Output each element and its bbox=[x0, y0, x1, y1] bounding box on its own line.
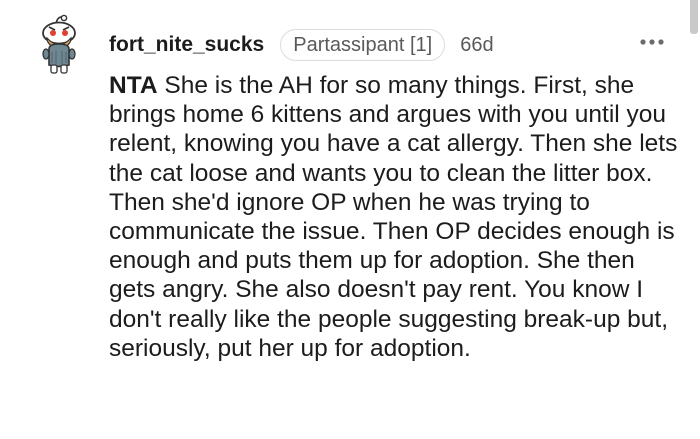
user-flair: Partassipant [1] bbox=[280, 29, 446, 61]
comment: fort_nite_sucks Partassipant [1] 66d NTA… bbox=[0, 0, 700, 439]
comment-body: NTA She is the AH for so many things. Fi… bbox=[109, 71, 684, 363]
comment-header: fort_nite_sucks Partassipant [1] 66d bbox=[109, 28, 494, 62]
scrollbar-thumb[interactable] bbox=[690, 0, 698, 34]
snoo-avatar-icon[interactable] bbox=[36, 14, 82, 76]
comment-verdict: NTA bbox=[109, 72, 158, 99]
comment-text: She is the AH for so many things. First,… bbox=[109, 72, 678, 362]
comment-age: 66d bbox=[460, 33, 494, 56]
more-options-icon[interactable] bbox=[638, 32, 666, 52]
author-username[interactable]: fort_nite_sucks bbox=[109, 33, 264, 57]
